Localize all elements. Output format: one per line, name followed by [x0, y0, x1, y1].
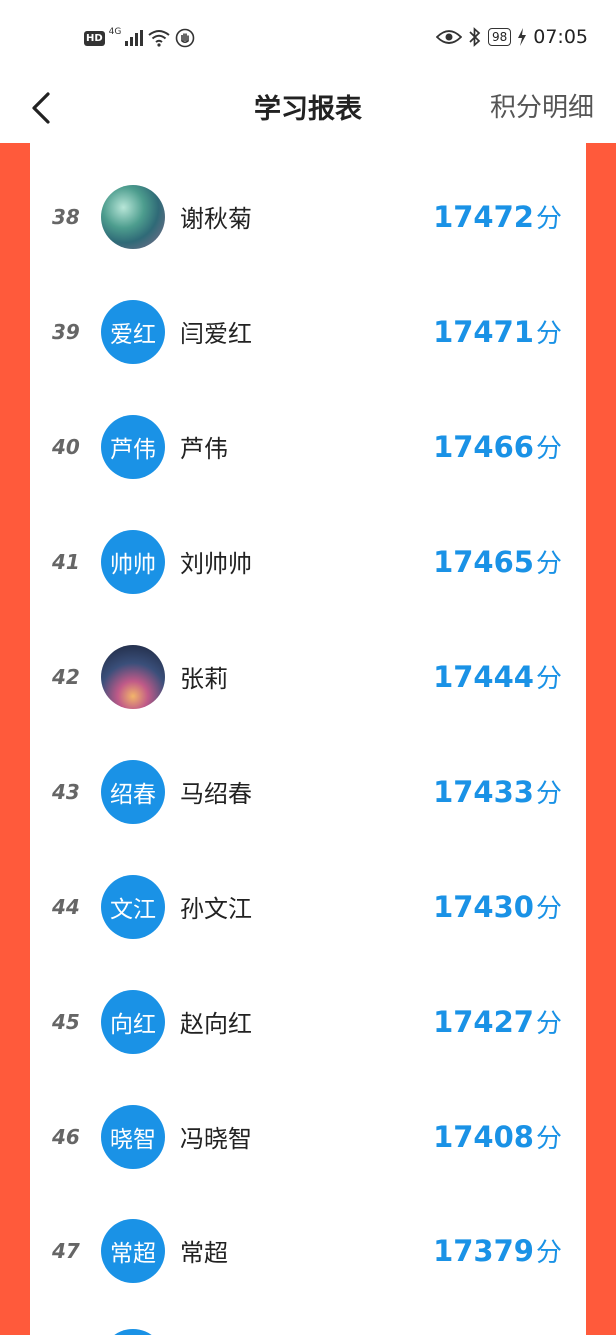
- avatar: 晓智: [101, 1104, 165, 1169]
- avatar: [101, 1329, 165, 1335]
- score-unit: 分: [535, 894, 562, 924]
- score-value: 17408: [433, 1119, 534, 1154]
- score: 17408 分: [433, 1079, 562, 1194]
- avatar: 芦伟: [101, 414, 165, 479]
- avatar: [101, 184, 165, 249]
- rank-number: 38: [52, 204, 80, 229]
- score-unit: 分: [535, 319, 562, 349]
- ranking-row[interactable]: 38 谢秋菊 17472 分: [30, 159, 586, 274]
- avatar: [101, 644, 165, 709]
- avatar: 常超: [101, 1218, 165, 1283]
- score-unit: 分: [535, 1124, 562, 1154]
- score-value: 17472: [433, 199, 534, 234]
- rank-number: 44: [52, 894, 80, 919]
- score: 17430 分: [433, 849, 562, 964]
- ranking-row[interactable]: 42 张莉 17444 分: [30, 619, 586, 734]
- network-type: 4G: [108, 27, 122, 37]
- avatar: 绍春: [101, 759, 165, 824]
- status-left-icons: HD 4G: [84, 27, 195, 48]
- right-side-band: [586, 143, 616, 1335]
- score-unit: 分: [535, 1009, 562, 1039]
- score-value: 17433: [433, 774, 534, 809]
- eye-icon: [435, 30, 462, 44]
- left-side-band: [0, 143, 30, 1335]
- rank-number: 39: [52, 319, 80, 344]
- ranking-row[interactable]: 41 帅帅 刘帅帅 17465 分: [30, 504, 586, 619]
- rank-number: 45: [52, 1009, 80, 1034]
- rank-number: 46: [52, 1124, 80, 1149]
- user-name: 孙文江: [180, 895, 252, 923]
- user-name: 赵向红: [180, 1010, 252, 1038]
- score: 17465 分: [433, 504, 562, 619]
- score-unit: 分: [535, 204, 562, 234]
- score-value: 17430: [433, 889, 534, 924]
- ranking-row[interactable]: 46 晓智 冯晓智 17408 分: [30, 1079, 586, 1194]
- score-unit: 分: [535, 779, 562, 809]
- points-detail-link[interactable]: 积分明细: [490, 87, 594, 124]
- nav-bar: 学习报表 积分明细: [0, 70, 616, 143]
- avatar: 爱红: [101, 299, 165, 364]
- ranking-row[interactable]: 44 文江 孙文江 17430 分: [30, 849, 586, 964]
- user-name: 张莉: [180, 665, 228, 693]
- user-name: 冯晓智: [180, 1125, 252, 1153]
- rank-number: 47: [52, 1238, 80, 1263]
- ranking-row[interactable]: 43 绍春 马绍春 17433 分: [30, 734, 586, 849]
- charging-icon: [518, 28, 527, 46]
- ranking-row[interactable]: 40 芦伟 芦伟 17466 分: [30, 389, 586, 504]
- hand-icon: [176, 28, 195, 48]
- score-unit: 分: [535, 664, 562, 694]
- status-bar: HD 4G 98 07:05: [0, 0, 616, 70]
- rank-number: 42: [52, 664, 80, 689]
- status-right-icons: 98 07:05: [435, 26, 588, 48]
- avatar: 文江: [101, 874, 165, 939]
- score-value: 17379: [433, 1233, 534, 1268]
- score: 17471 分: [433, 274, 562, 389]
- user-name: 马绍春: [180, 780, 252, 808]
- user-name: 常超: [180, 1239, 228, 1267]
- hd-icon: HD: [84, 30, 105, 46]
- avatar: 向红: [101, 989, 165, 1054]
- avatar: 帅帅: [101, 529, 165, 594]
- score-value: 17471: [433, 314, 534, 349]
- score-value: 17427: [433, 1004, 534, 1039]
- clock-time: 07:05: [533, 26, 588, 48]
- user-name: 芦伟: [180, 435, 228, 463]
- score-value: 17465: [433, 544, 534, 579]
- user-name: 闫爱红: [180, 320, 252, 348]
- score-value: 17444: [433, 659, 534, 694]
- score-unit: 分: [535, 1238, 562, 1268]
- score: 17466 分: [433, 389, 562, 504]
- rank-number: 40: [52, 434, 80, 459]
- ranking-row[interactable]: 39 爱红 闫爱红 17471 分: [30, 274, 586, 389]
- rank-number: 41: [52, 549, 80, 574]
- ranking-list: 38 谢秋菊 17472 分 39 爱红 闫爱红 17471 分 40 芦伟 芦伟 …: [30, 143, 586, 1335]
- ranking-row[interactable]: 47 常超 常超 17379 分: [30, 1193, 586, 1308]
- score: 17427 分: [433, 964, 562, 1079]
- ranking-row[interactable]: 45 向红 赵向红 17427 分: [30, 964, 586, 1079]
- score: 17433 分: [433, 734, 562, 849]
- score: 17472 分: [433, 159, 562, 274]
- bluetooth-icon: [469, 27, 481, 47]
- wifi-icon: [148, 30, 170, 47]
- score-unit: 分: [535, 434, 562, 464]
- battery-level: 98: [487, 28, 512, 46]
- score: 17444 分: [433, 619, 562, 734]
- rank-number: 43: [52, 779, 80, 804]
- score: 17379 分: [433, 1193, 562, 1308]
- user-name: 刘帅帅: [180, 550, 252, 578]
- signal-icon: [125, 30, 144, 46]
- user-name: 谢秋菊: [180, 205, 252, 233]
- score-value: 17466: [433, 429, 534, 464]
- score-unit: 分: [535, 549, 562, 579]
